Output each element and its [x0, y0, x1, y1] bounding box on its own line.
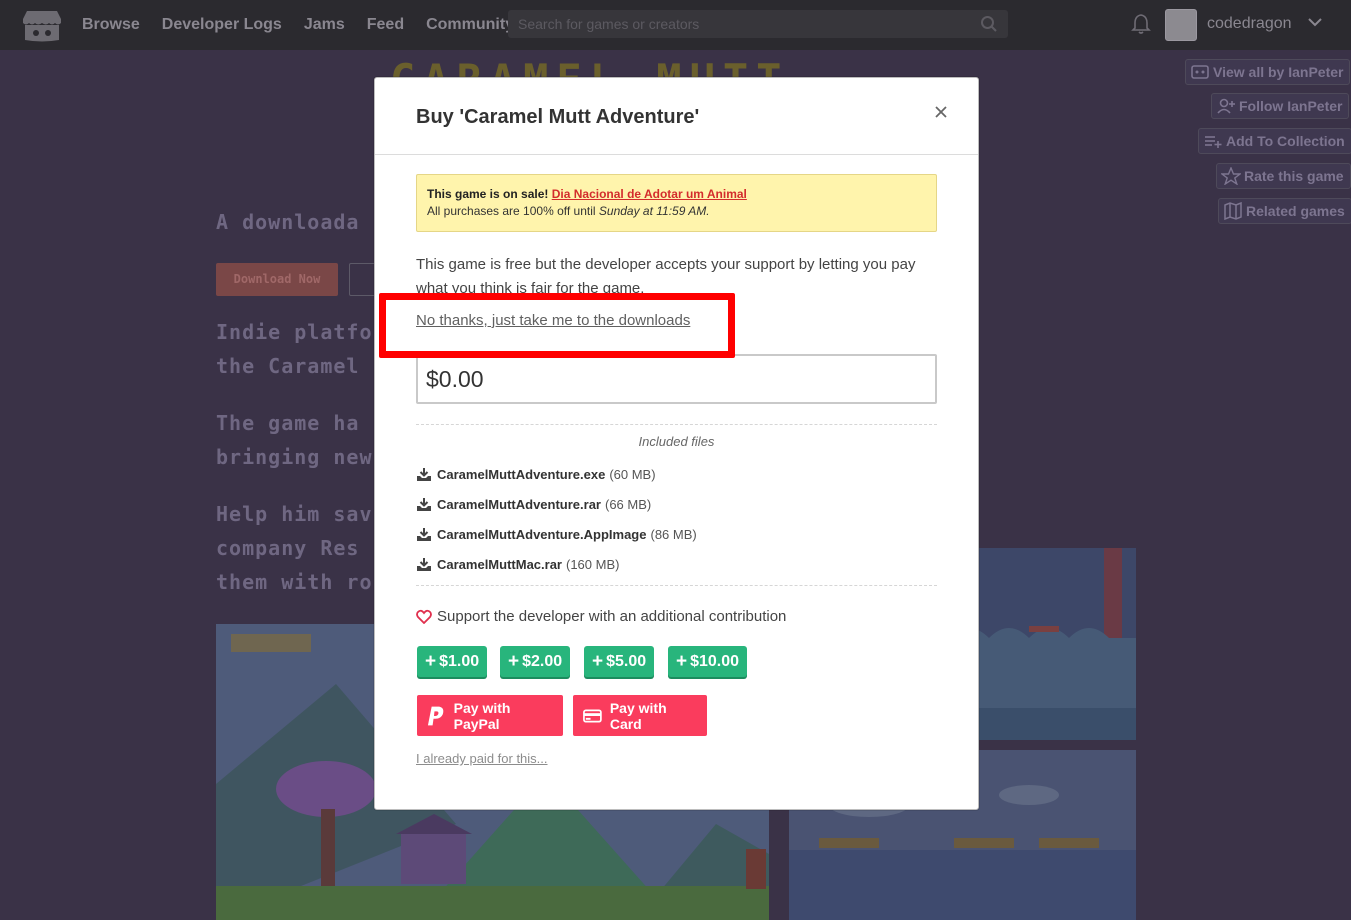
download-now-button[interactable]: Download Now: [216, 263, 338, 296]
view-all-button[interactable]: View all by IanPeter: [1185, 59, 1351, 85]
tip-1-label: $1.00: [439, 652, 480, 670]
description-line: them with ro: [216, 570, 373, 594]
download-icon: [417, 468, 431, 481]
description-line: company Res: [216, 536, 360, 560]
avatar[interactable]: [1165, 9, 1197, 41]
already-paid-link[interactable]: I already paid for this...: [416, 751, 548, 766]
description-line: Indie platfor: [216, 320, 386, 344]
tip-2-button[interactable]: + $2.00: [500, 646, 571, 677]
dialog-header: Buy 'Caramel Mutt Adventure': [375, 78, 978, 155]
pay-card-label: Pay with Card: [609, 699, 667, 732]
add-to-collection-button[interactable]: Add To Collection: [1198, 128, 1351, 154]
close-icon[interactable]: [933, 104, 949, 120]
download-icon: [417, 498, 431, 511]
username[interactable]: codedragon: [1207, 15, 1292, 33]
game-tagline: A downloada: [216, 210, 360, 234]
file-size: (66 MB): [605, 497, 652, 512]
tip-10-button[interactable]: + $10.00: [668, 646, 748, 677]
search-input[interactable]: [508, 10, 1008, 38]
nav-browse[interactable]: Browse: [82, 16, 140, 34]
rate-game-label: Rate this game: [1244, 168, 1344, 184]
sale-banner: This game is on sale! Dia Nacional de Ad…: [416, 174, 937, 232]
follow-button[interactable]: Follow IanPeter: [1211, 93, 1350, 119]
add-to-collection-label: Add To Collection: [1226, 133, 1345, 149]
plus-icon: +: [676, 650, 688, 672]
download-icon: [417, 558, 431, 571]
related-games-label: Related games: [1246, 203, 1345, 219]
plus-icon: +: [425, 650, 437, 672]
rate-game-button[interactable]: Rate this game: [1216, 163, 1351, 189]
follow-label: Follow IanPeter: [1239, 98, 1343, 114]
price-input[interactable]: [418, 356, 935, 402]
file-name: CaramelMuttAdventure.AppImage: [437, 527, 647, 542]
file-item: CaramelMuttMac.rar (160 MB): [416, 557, 619, 572]
nav-developer-logs[interactable]: Developer Logs: [162, 16, 282, 34]
description-line: Help him sav: [216, 502, 373, 526]
file-item: CaramelMuttAdventure.AppImage (86 MB): [416, 527, 697, 542]
map-icon: [1224, 202, 1242, 220]
plus-icon: +: [592, 650, 604, 672]
highlight-box: [379, 293, 735, 358]
file-name: CaramelMuttAdventure.exe: [437, 467, 606, 482]
buy-dialog: Buy 'Caramel Mutt Adventure' This game i…: [374, 77, 979, 810]
sale-event-link[interactable]: Dia Nacional de Adotar um Animal: [552, 187, 747, 201]
sale-detail: All purchases are 100% off until: [427, 204, 596, 218]
related-games-button[interactable]: Related games: [1218, 198, 1351, 224]
list-add-icon: [1205, 136, 1222, 148]
pay-with-card-button[interactable]: Pay with Card: [573, 695, 707, 736]
file-item: CaramelMuttAdventure.exe (60 MB): [416, 467, 656, 482]
pay-with-paypal-button[interactable]: Pay with PayPal: [417, 695, 563, 736]
plus-icon: +: [508, 650, 520, 672]
bell-icon[interactable]: [1131, 13, 1151, 35]
divider: [416, 585, 937, 586]
included-files-label: Included files: [638, 434, 715, 449]
tip-2-label: $2.00: [522, 652, 563, 670]
search-box: [508, 10, 1008, 38]
divider: [416, 424, 937, 425]
view-all-label: View all by IanPeter: [1213, 64, 1344, 80]
nav-feed[interactable]: Feed: [367, 16, 404, 34]
itchio-logo-icon[interactable]: [22, 7, 62, 43]
tip-5-label: $5.00: [606, 652, 647, 670]
secondary-button[interactable]: [349, 263, 377, 296]
gamepad-icon: [1191, 65, 1209, 79]
tip-10-label: $10.00: [690, 652, 740, 670]
nav-links: Browse Developer Logs Jams Feed Communit…: [82, 0, 536, 50]
pay-paypal-label: Pay with PayPal: [453, 699, 511, 732]
file-size: (60 MB): [609, 467, 656, 482]
tip-5-button[interactable]: + $5.00: [584, 646, 655, 677]
dialog-title: Buy 'Caramel Mutt Adventure': [416, 106, 700, 128]
support-text: Support the developer with an additional…: [437, 608, 787, 625]
description-line: the Caramel: [216, 354, 360, 378]
paypal-icon: [427, 706, 444, 725]
star-icon: [1221, 167, 1241, 185]
tip-1-button[interactable]: + $1.00: [417, 646, 488, 677]
file-name: CaramelMuttAdventure.rar: [437, 497, 601, 512]
add-user-icon: [1217, 98, 1235, 114]
top-nav: Browse Developer Logs Jams Feed Communit…: [0, 0, 1351, 50]
credit-card-icon: [583, 709, 602, 722]
file-name: CaramelMuttMac.rar: [437, 557, 562, 572]
search-icon[interactable]: [980, 15, 998, 33]
nav-jams[interactable]: Jams: [304, 16, 345, 34]
description-line: bringing new: [216, 445, 373, 469]
sale-prefix: This game is on sale!: [427, 187, 549, 201]
heart-icon: [416, 609, 432, 624]
chevron-down-icon[interactable]: [1308, 17, 1322, 27]
support-developer: Support the developer with an additional…: [416, 608, 786, 625]
file-item: CaramelMuttAdventure.rar (66 MB): [416, 497, 651, 512]
download-icon: [417, 528, 431, 541]
price-field-wrapper: [416, 354, 937, 404]
description-line: The game ha: [216, 411, 360, 435]
sale-until: Sunday at 11:59 AM.: [598, 204, 710, 218]
file-size: (86 MB): [650, 527, 697, 542]
nav-community[interactable]: Community: [426, 16, 514, 34]
file-size: (160 MB): [566, 557, 620, 572]
